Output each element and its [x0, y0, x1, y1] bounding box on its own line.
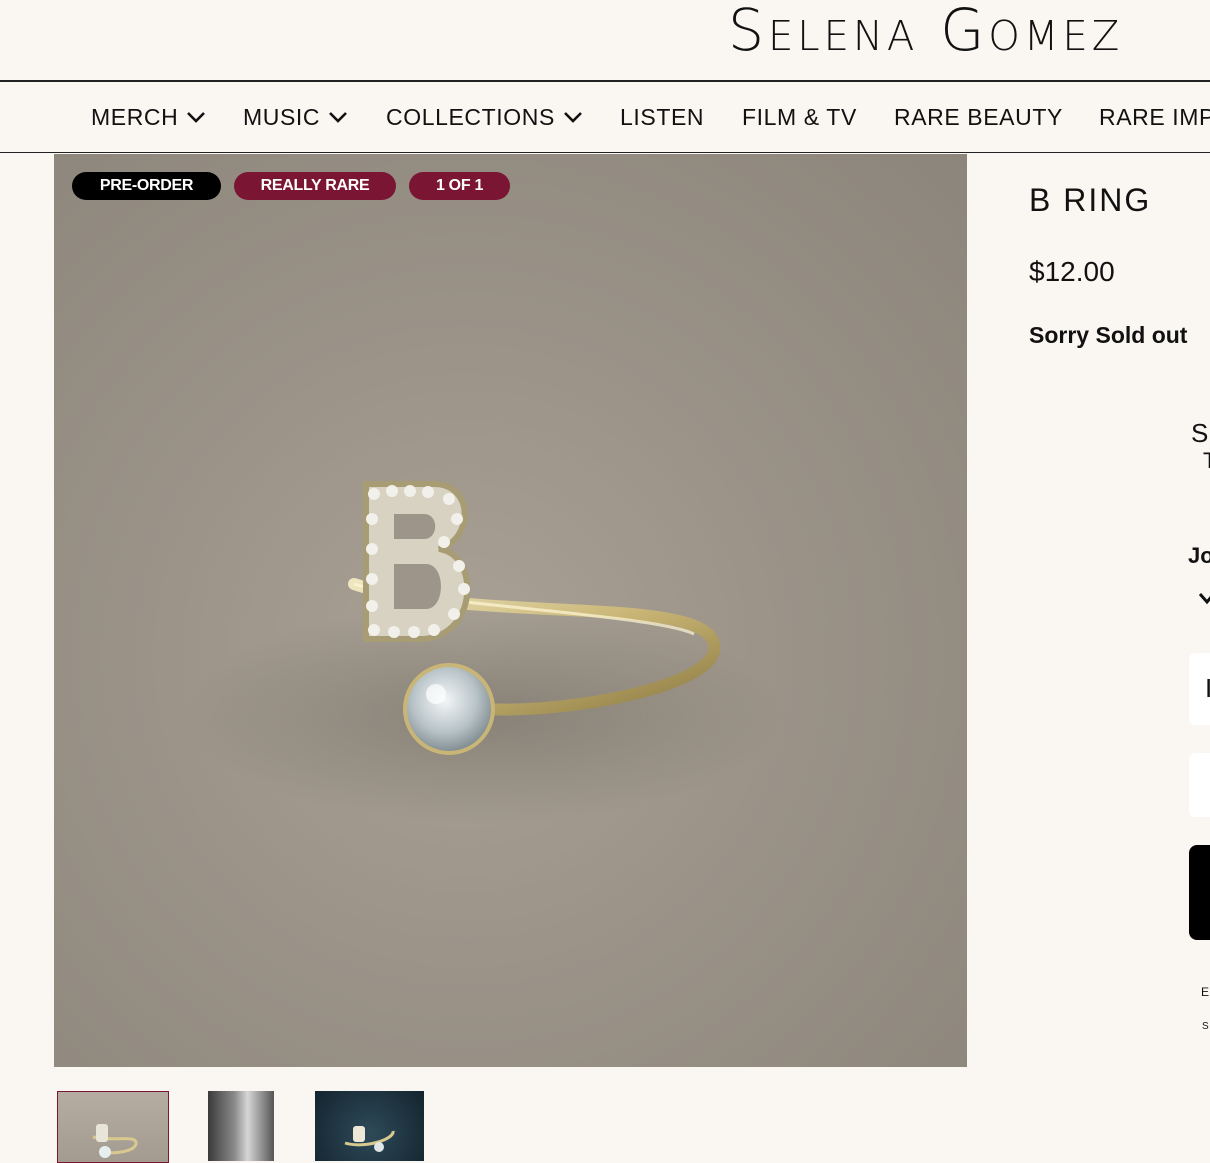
chevron-down-icon: [187, 112, 206, 123]
nav-item-label: LISTEN: [620, 103, 705, 130]
product-title: B RING: [1029, 182, 1152, 218]
product-main-image[interactable]: [54, 154, 967, 1067]
nav-item-film-tv[interactable]: FILM & TV: [742, 82, 857, 152]
gallery-thumb-ring-dark[interactable]: [315, 1091, 424, 1161]
badge-really-rare: REALLY RARE: [234, 172, 396, 200]
size-label: S: [1191, 418, 1209, 448]
nav-item-label: COLLECTIONS: [386, 103, 555, 130]
sold-out-status: Sorry Sold out: [1029, 322, 1188, 348]
nav-divider: [0, 152, 1210, 153]
add-to-cart-button[interactable]: [1189, 845, 1210, 940]
secondary-field[interactable]: [1189, 753, 1210, 817]
input-field-letter: I: [1205, 673, 1210, 703]
nav-item-label: MERCH: [91, 103, 179, 130]
join-label: Jo: [1188, 543, 1210, 568]
gallery-thumb-ring[interactable]: [57, 1091, 169, 1163]
nav-item-collections[interactable]: COLLECTIONS: [386, 82, 583, 152]
badge-one-of-one: 1 OF 1: [409, 172, 510, 200]
product-price: $12.00: [1029, 256, 1115, 287]
ring-illustration: [184, 481, 784, 824]
nav-item-label: RARE IMP: [1099, 103, 1210, 130]
brand-logo[interactable]: Selena Gomez: [728, 0, 1123, 64]
ring-thumb-illustration: [92, 1124, 138, 1158]
badge-pre-order: PRE-ORDER: [72, 172, 221, 200]
size-sublabel: T: [1203, 448, 1210, 473]
input-field[interactable]: I: [1189, 653, 1210, 725]
fine-print-1: E: [1201, 985, 1210, 999]
nav-item-rare-beauty[interactable]: RARE BEAUTY: [894, 82, 1063, 152]
chevron-down-icon: [564, 112, 582, 123]
chevron-down-icon[interactable]: [1198, 588, 1210, 608]
nav-item-label: RARE BEAUTY: [894, 103, 1063, 130]
ring-dark-thumb-illustration: [344, 1126, 395, 1152]
fine-print-2: S: [1202, 1021, 1209, 1032]
chevron-down-icon: [329, 112, 348, 123]
gallery-thumb-hand[interactable]: [208, 1091, 274, 1161]
main-nav: MERCH MUSIC COLLECTIONS LISTEN FILM & TV…: [0, 82, 1210, 152]
letter-b: [363, 481, 471, 642]
nav-item-rare-impact[interactable]: RARE IMP: [1099, 82, 1210, 152]
nav-item-merch[interactable]: MERCH: [91, 82, 206, 152]
nav-item-listen[interactable]: LISTEN: [620, 82, 704, 152]
nav-item-label: FILM & TV: [742, 103, 857, 130]
nav-item-music[interactable]: MUSIC: [243, 82, 348, 152]
nav-item-label: MUSIC: [243, 103, 321, 130]
